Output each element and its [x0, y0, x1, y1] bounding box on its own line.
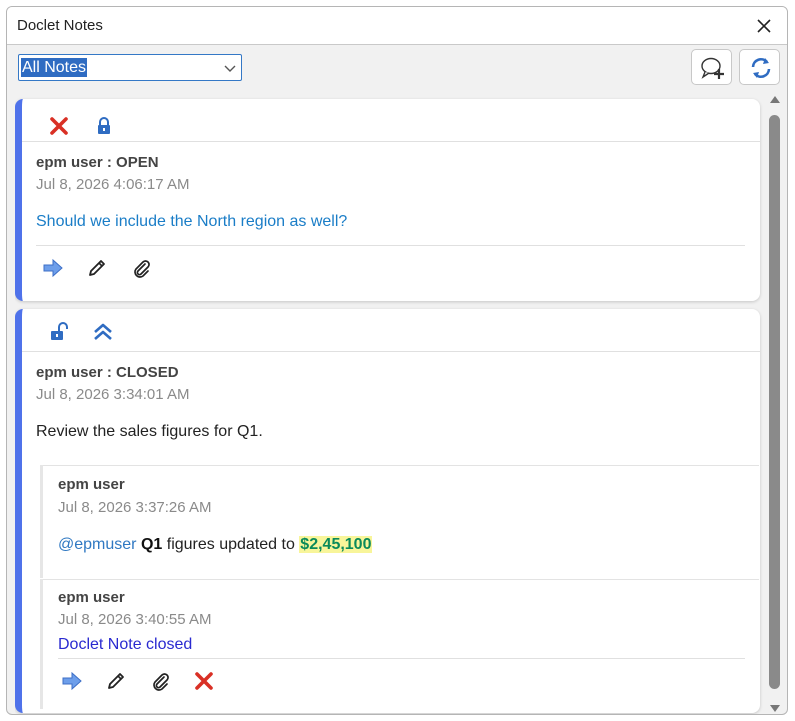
reply-message: Doclet Note closed — [58, 636, 193, 653]
note-header-icons — [22, 309, 760, 351]
bold-text: Q1 — [140, 536, 163, 553]
note-card: epm user : OPEN Jul 8, 2026 4:06:17 AM S… — [15, 99, 760, 301]
lock-button[interactable] — [93, 115, 115, 137]
close-button[interactable] — [751, 13, 777, 39]
unlock-button[interactable] — [48, 321, 70, 343]
collapse-chevron-icon — [94, 323, 112, 340]
notes-list: epm user : OPEN Jul 8, 2026 4:06:17 AM S… — [15, 93, 765, 714]
lock-icon — [98, 117, 110, 134]
attach-button[interactable] — [130, 257, 152, 279]
delete-note-button[interactable] — [48, 115, 70, 137]
reply-arrow-icon — [43, 258, 63, 278]
divider — [58, 658, 745, 659]
divider — [22, 351, 760, 352]
add-comment-icon — [701, 57, 724, 79]
reply-button[interactable] — [42, 257, 64, 279]
edit-pencil-icon — [89, 260, 105, 276]
highlighted-value: $2,45,100 — [299, 536, 373, 553]
reply-date: Jul 8, 2026 3:37:26 AM — [58, 499, 212, 516]
reply-arrow-icon — [62, 671, 82, 691]
delete-icon — [50, 117, 68, 135]
reply-author: epm user — [58, 476, 125, 493]
divider — [22, 141, 760, 142]
scroll-up-arrow-icon[interactable] — [770, 95, 780, 103]
scrollbar-thumb[interactable] — [769, 115, 780, 689]
note-actions — [22, 249, 760, 291]
toolbar: All Notes — [7, 45, 787, 93]
unlock-icon — [51, 322, 68, 340]
vertical-scrollbar[interactable] — [767, 95, 783, 714]
note-date: Jul 8, 2026 3:34:01 AM — [36, 386, 190, 403]
doclet-notes-window: Doclet Notes All Notes epm user: OPEN J… — [6, 6, 788, 715]
attach-button[interactable] — [149, 670, 171, 692]
collapse-button[interactable] — [92, 321, 114, 343]
reply-date: Jul 8, 2026 3:40:55 AM — [58, 611, 212, 628]
reply-author: epm user — [58, 589, 125, 606]
title-bar: Doclet Notes — [7, 7, 787, 45]
refresh-button[interactable] — [739, 49, 780, 85]
note-date: Jul 8, 2026 4:06:17 AM — [36, 176, 190, 193]
notes-filter-select[interactable]: All Notes — [18, 54, 242, 81]
delete-icon — [195, 672, 213, 690]
edit-pencil-icon — [108, 673, 124, 689]
user-mention[interactable]: @epmuser — [58, 536, 137, 553]
note-author-status: epm user : CLOSED — [36, 364, 179, 381]
close-icon — [757, 19, 771, 33]
filter-selected-value: All Notes — [21, 58, 88, 77]
attachment-icon — [153, 673, 169, 691]
chevron-down-icon — [224, 65, 236, 72]
divider — [36, 245, 745, 246]
reply-message: @epmuser Q1 figures updated to $2,45,100 — [58, 536, 373, 554]
note-message: Should we include the North region as we… — [36, 213, 348, 230]
edit-button[interactable] — [105, 670, 127, 692]
reply-item: epm user Jul 8, 2026 3:37:26 AM @epmuser… — [40, 465, 759, 578]
divider — [43, 579, 759, 580]
attachment-icon — [134, 260, 150, 278]
scroll-down-arrow-icon[interactable] — [770, 705, 780, 713]
add-note-button[interactable] — [691, 49, 732, 85]
window-title: Doclet Notes — [17, 17, 103, 34]
reply-item: epm user Jul 8, 2026 3:40:55 AM Doclet N… — [40, 579, 759, 709]
divider — [43, 465, 759, 466]
note-card: epm user : CLOSED Jul 8, 2026 3:34:01 AM… — [15, 309, 760, 713]
delete-note-button[interactable] — [193, 670, 215, 692]
note-header-icons — [22, 99, 760, 141]
refresh-icon — [751, 58, 771, 78]
note-author-status: epm user : OPEN — [36, 154, 159, 171]
reply-text: figures updated to — [166, 536, 295, 553]
reply-button[interactable] — [61, 670, 83, 692]
note-message: Review the sales figures for Q1. — [36, 423, 263, 440]
edit-button[interactable] — [86, 257, 108, 279]
